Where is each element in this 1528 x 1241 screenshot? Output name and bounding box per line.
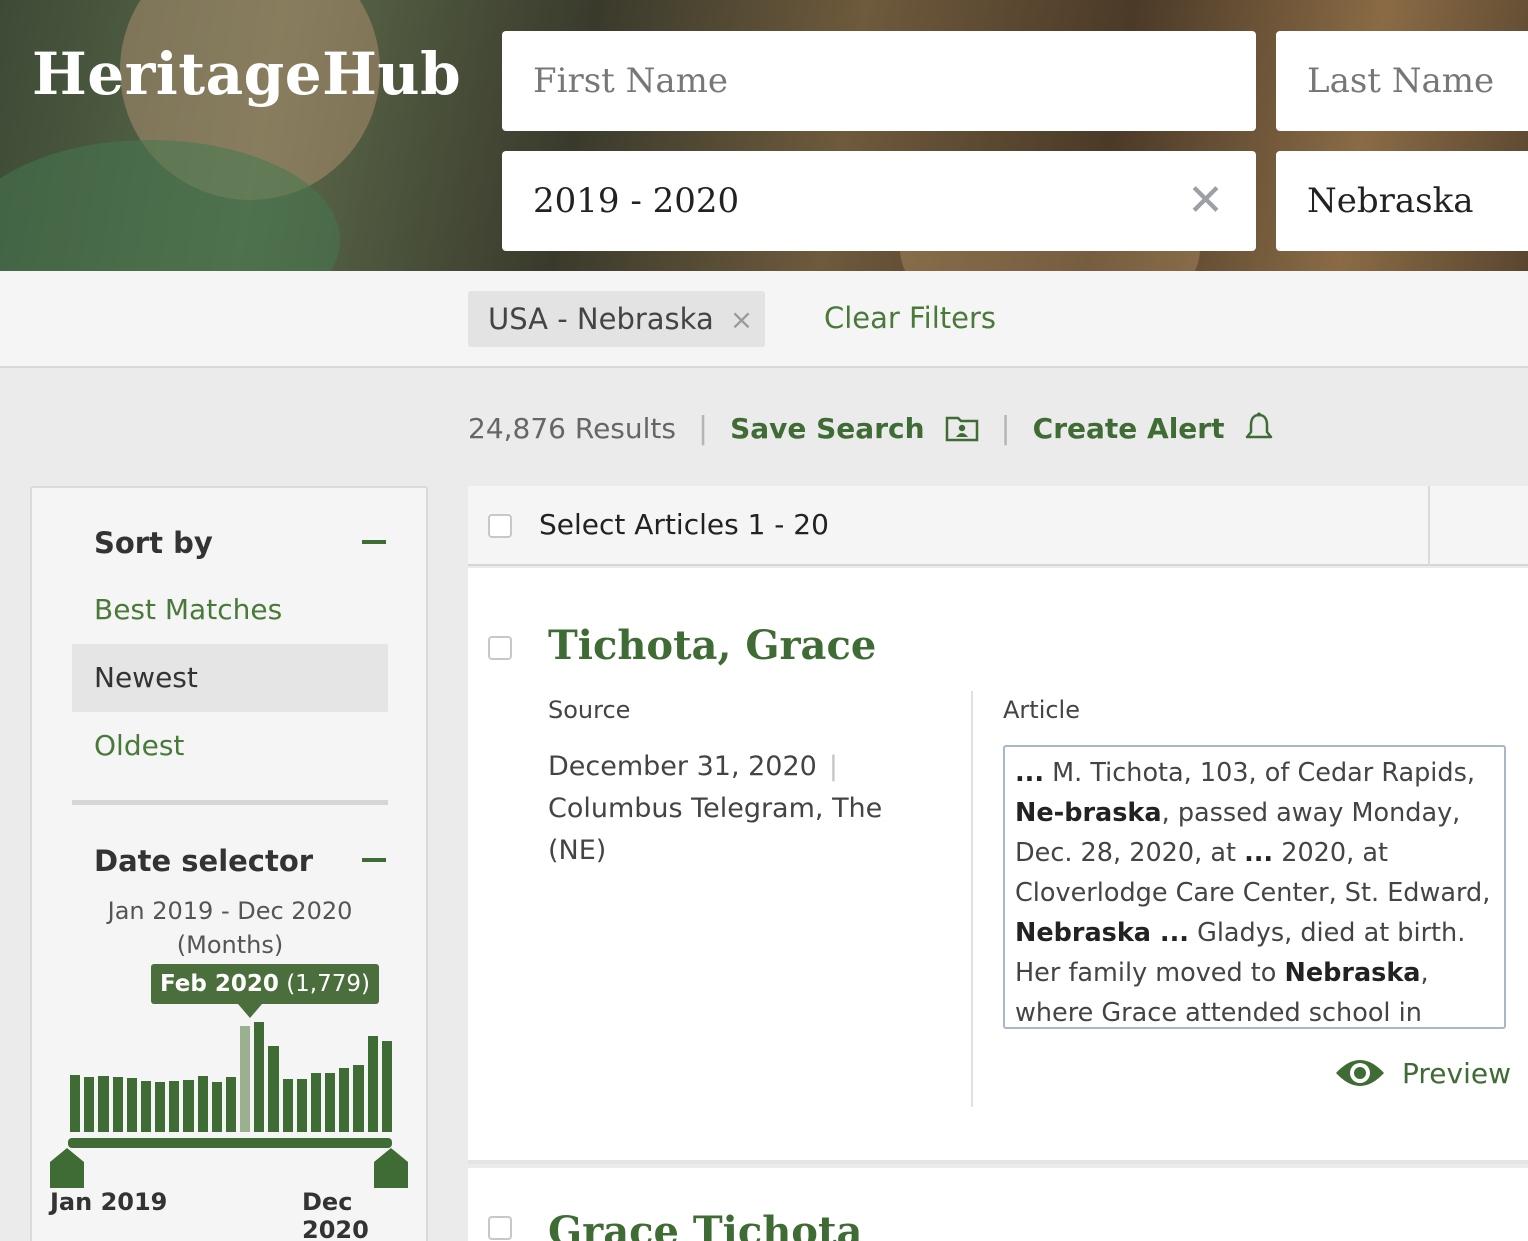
source-info: December 31, 2020 | Columbus Telegram, Th… bbox=[548, 746, 888, 872]
search-header: HeritageHub ✕ bbox=[0, 0, 1528, 271]
separator: | bbox=[1000, 410, 1011, 446]
histogram-bar[interactable] bbox=[367, 1036, 378, 1132]
filter-bar: USA - Nebraska × Clear Filters bbox=[0, 271, 1528, 368]
article-snippet[interactable]: ... M. Tichota, 103, of Cedar Rapids, Ne… bbox=[1003, 745, 1506, 1029]
select-all-checkbox[interactable] bbox=[488, 514, 512, 538]
place-field[interactable] bbox=[1276, 151, 1528, 251]
histogram-bar[interactable] bbox=[211, 1082, 222, 1132]
histogram-bar[interactable] bbox=[381, 1041, 392, 1132]
range-end-handle[interactable] bbox=[374, 1148, 408, 1188]
result-card: Grace Tichota bbox=[468, 1168, 1528, 1241]
histogram-bar[interactable] bbox=[282, 1079, 293, 1132]
histogram-bar[interactable] bbox=[353, 1065, 364, 1132]
result-title[interactable]: Grace Tichota bbox=[548, 1208, 862, 1241]
results-count: 24,876 Results bbox=[468, 411, 676, 445]
histogram-bar[interactable] bbox=[254, 1022, 265, 1132]
last-name-input[interactable] bbox=[1307, 61, 1528, 101]
date-range-text: Jan 2019 - Dec 2020 bbox=[107, 897, 353, 925]
date-selector-heading: Date selector bbox=[94, 844, 314, 878]
results-toolbar: 24,876 Results | Save Search | Create Al… bbox=[468, 406, 1274, 450]
source-publication: Columbus Telegram, The (NE) bbox=[548, 793, 883, 866]
filter-chip-label: USA - Nebraska bbox=[488, 302, 714, 336]
histogram-bar[interactable] bbox=[140, 1081, 152, 1132]
range-end-label: Dec 2020 bbox=[302, 1188, 369, 1241]
histogram-bar[interactable] bbox=[325, 1073, 336, 1132]
histogram-bar[interactable] bbox=[169, 1081, 180, 1132]
article-label: Article bbox=[1003, 696, 1080, 724]
sort-option-newest[interactable]: Newest bbox=[72, 644, 388, 712]
filter-chip[interactable]: USA - Nebraska × bbox=[468, 291, 765, 347]
histogram-bar[interactable] bbox=[310, 1073, 322, 1132]
clear-filters-link[interactable]: Clear Filters bbox=[824, 301, 996, 335]
site-logo[interactable]: HeritageHub bbox=[32, 40, 461, 108]
histogram-bar[interactable] bbox=[112, 1077, 123, 1132]
divider bbox=[72, 800, 388, 805]
first-name-field[interactable] bbox=[502, 31, 1256, 131]
save-search-label: Save Search bbox=[730, 411, 925, 445]
divider bbox=[1428, 486, 1430, 566]
divider bbox=[971, 691, 973, 1107]
range-start-handle[interactable] bbox=[50, 1148, 84, 1188]
sort-heading: Sort by bbox=[94, 526, 213, 560]
source-label: Source bbox=[548, 696, 631, 724]
result-card: Tichota, Grace Source December 31, 2020 |… bbox=[468, 568, 1528, 1164]
close-icon[interactable]: ✕ bbox=[1187, 179, 1224, 223]
histogram-bar[interactable] bbox=[183, 1080, 194, 1132]
select-articles-header: Select Articles 1 - 20 bbox=[468, 486, 1528, 566]
histogram-bar[interactable] bbox=[197, 1076, 208, 1132]
tooltip-count: (1,779) bbox=[286, 971, 370, 997]
result-checkbox[interactable] bbox=[488, 1216, 512, 1240]
date-histogram[interactable] bbox=[70, 1008, 396, 1132]
result-title[interactable]: Tichota, Grace bbox=[548, 622, 876, 669]
collapse-sort-icon[interactable] bbox=[362, 540, 386, 544]
histogram-bar[interactable] bbox=[155, 1082, 166, 1132]
sort-option-best-matches[interactable]: Best Matches bbox=[72, 576, 388, 644]
first-name-input[interactable] bbox=[533, 61, 1256, 101]
create-alert-label: Create Alert bbox=[1032, 411, 1225, 445]
create-alert-button[interactable]: Create Alert bbox=[1033, 412, 1275, 445]
date-range-field[interactable]: ✕ bbox=[502, 151, 1256, 251]
save-search-button[interactable]: Save Search bbox=[730, 412, 978, 445]
date-range-unit: (Months) bbox=[176, 931, 284, 959]
histogram-bar[interactable] bbox=[225, 1077, 237, 1132]
bell-icon bbox=[1246, 412, 1273, 439]
results-panel: Select Articles 1 - 20 Tichota, Grace So… bbox=[468, 486, 1528, 1241]
histogram-bar[interactable] bbox=[240, 1026, 251, 1132]
date-range-track[interactable] bbox=[68, 1138, 392, 1148]
select-articles-label: Select Articles 1 - 20 bbox=[539, 508, 829, 541]
histogram-tooltip: Feb 2020 (1,779) bbox=[151, 964, 379, 1018]
remove-filter-icon[interactable]: × bbox=[730, 303, 753, 336]
histogram-bar[interactable] bbox=[268, 1046, 279, 1132]
sort-option-oldest[interactable]: Oldest bbox=[72, 712, 388, 780]
date-range-input[interactable] bbox=[533, 181, 1256, 221]
histogram-bar[interactable] bbox=[70, 1075, 81, 1132]
histogram-bar[interactable] bbox=[339, 1068, 350, 1132]
histogram-bar[interactable] bbox=[126, 1078, 137, 1132]
place-input[interactable] bbox=[1307, 181, 1528, 221]
preview-button[interactable]: Preview bbox=[1334, 1055, 1511, 1091]
separator: | bbox=[697, 410, 709, 446]
source-date: December 31, 2020 bbox=[548, 751, 817, 782]
histogram-bar[interactable] bbox=[296, 1079, 307, 1132]
histogram-bar[interactable] bbox=[98, 1076, 109, 1132]
separator: | bbox=[828, 751, 838, 782]
result-checkbox[interactable] bbox=[488, 636, 512, 660]
last-name-field[interactable] bbox=[1276, 31, 1528, 131]
folder-person-icon bbox=[945, 416, 978, 442]
histogram-bar[interactable] bbox=[84, 1077, 95, 1132]
tooltip-month: Feb 2020 bbox=[160, 971, 279, 997]
filters-sidebar: Sort by Best Matches Newest Oldest Date … bbox=[30, 486, 428, 1241]
eye-icon bbox=[1336, 1060, 1384, 1086]
preview-label: Preview bbox=[1402, 1056, 1511, 1090]
collapse-date-icon[interactable] bbox=[362, 858, 386, 862]
range-start-label: Jan 2019 bbox=[50, 1188, 168, 1216]
